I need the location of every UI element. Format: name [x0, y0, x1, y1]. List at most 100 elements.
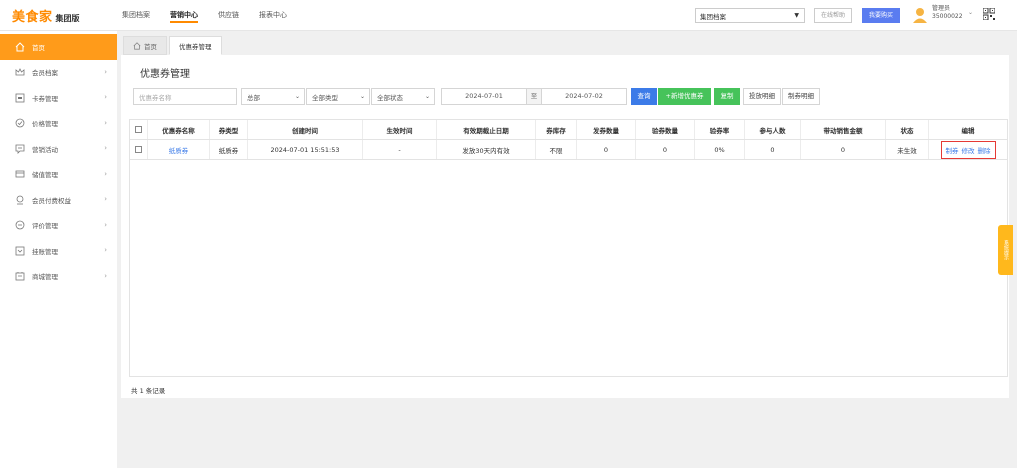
sidebar-item-label: 价格管理 [32, 120, 58, 129]
sidebar-item-ledger[interactable]: 挂账管理 › [0, 238, 117, 264]
shop-icon [15, 272, 25, 281]
sidebar-item-label: 会员付费权益 [32, 196, 71, 205]
make-coupon-link[interactable]: 制券 [946, 145, 959, 155]
crown-icon [15, 68, 25, 76]
cell-type: 纸质券 [210, 140, 248, 159]
qr-code-icon[interactable] [983, 8, 995, 20]
status-select[interactable]: 全部状态 ⌄ [371, 88, 435, 105]
chevron-right-icon: › [104, 93, 107, 101]
app-logo[interactable]: 美食家 集团版 [12, 6, 80, 25]
date-separator: 至 [527, 88, 541, 105]
sidebar-item-coupon[interactable]: 卡券管理 › [0, 85, 117, 111]
tab-coupon-management[interactable]: 优惠券管理 [169, 36, 222, 55]
sidebar-item-price[interactable]: 价格管理 › [0, 111, 117, 137]
add-coupon-button[interactable]: +新增优惠券 [658, 88, 711, 105]
sidebar-item-member-benefits[interactable]: 会员付费权益 › [0, 187, 117, 213]
caret-down-icon: ▼ [794, 12, 799, 19]
filter-bar: 优惠券名称 总部 ⌄ 全部类型 ⌄ 全部状态 ⌄ 2024-07-01 至 20… [133, 88, 820, 105]
header-status[interactable]: 状态 [886, 120, 929, 139]
sidebar-item-reviews[interactable]: 评价管理 › [0, 213, 117, 239]
top-nav: 集团档案 营销中心 供应链 报表中心 [122, 10, 287, 23]
chevron-right-icon: › [104, 220, 107, 229]
status-select-value: 全部状态 [377, 94, 403, 102]
header-expiry[interactable]: 有效期截止日期 [437, 120, 536, 139]
sidebar-item-label: 评价管理 [32, 222, 58, 231]
sidebar-item-marketing[interactable]: 营销活动 › [0, 136, 117, 162]
make-detail-button[interactable]: 制券明细 [782, 88, 820, 105]
wallet-icon [15, 170, 25, 178]
cell-status: 未生效 [886, 140, 929, 159]
topnav-supply-chain[interactable]: 供应链 [218, 10, 239, 23]
chevron-down-icon[interactable]: ⌄ [968, 9, 973, 16]
chevron-right-icon: › [104, 195, 107, 203]
comment-icon [15, 220, 25, 230]
type-select-value: 全部类型 [312, 94, 338, 102]
sidebar-item-label: 首页 [32, 43, 45, 52]
cell-verified: 0 [636, 140, 695, 159]
help-button[interactable]: 在线帮助 [814, 8, 852, 23]
chevron-right-icon: › [104, 271, 107, 280]
cell-participants: 0 [745, 140, 801, 159]
user-info[interactable]: 管理员 35000022 [932, 5, 963, 21]
topnav-group-archive[interactable]: 集团档案 [122, 10, 150, 23]
sidebar-item-label: 商城管理 [32, 273, 58, 282]
header-name[interactable]: 优惠券名称 [148, 120, 210, 139]
sidebar-item-label: 挂账管理 [32, 247, 58, 256]
header-rate[interactable]: 验券率 [695, 120, 745, 139]
chevron-right-icon: › [104, 144, 107, 152]
chevron-right-icon: › [104, 118, 107, 127]
header-issued[interactable]: 发券数量 [577, 120, 636, 139]
cell-sales: 0 [801, 140, 886, 159]
cell-rate: 0% [695, 140, 745, 159]
header-type[interactable]: 券类型 [210, 120, 248, 139]
coupon-name-input[interactable]: 优惠券名称 [133, 88, 237, 105]
tab-label: 优惠券管理 [179, 42, 212, 51]
tab-home[interactable]: 首页 [123, 36, 167, 55]
type-select[interactable]: 全部类型 ⌄ [306, 88, 370, 105]
header-participants[interactable]: 参与人数 [745, 120, 801, 139]
system-tip-tab[interactable]: 系统提示 [998, 225, 1013, 275]
delete-link[interactable]: 删除 [978, 145, 991, 155]
topnav-reports[interactable]: 报表中心 [259, 10, 287, 23]
vip-icon [16, 195, 24, 205]
coupon-table: 优惠券名称 券类型 创建时间 生效时间 有效期截止日期 券库存 发券数量 验券数… [129, 119, 1008, 377]
sidebar-item-stored-value[interactable]: 储值管理 › [0, 162, 117, 188]
sidebar: 首页 会员档案 › 卡券管理 › 价格管理 › 营销活动 › 储值管理 › 会员… [0, 34, 117, 468]
scope-select[interactable]: 总部 ⌄ [241, 88, 305, 105]
header-created[interactable]: 创建时间 [248, 120, 363, 139]
select-all-checkbox[interactable] [135, 126, 142, 133]
sidebar-item-mall[interactable]: 商城管理 › [0, 264, 117, 290]
end-date-input[interactable]: 2024-07-02 [541, 88, 627, 105]
cell-name: 纸质券 [148, 140, 210, 159]
chevron-right-icon: › [104, 246, 107, 254]
query-button[interactable]: 查询 [631, 88, 657, 105]
org-select[interactable]: 集团档案 ▼ [695, 8, 805, 23]
home-icon [15, 42, 25, 52]
header-verified[interactable]: 验券数量 [636, 120, 695, 139]
cell-created: 2024-07-01 15:51:53 [248, 140, 363, 159]
copy-button[interactable]: 复制 [714, 88, 740, 105]
issue-detail-button[interactable]: 投放明细 [743, 88, 781, 105]
sidebar-item-home[interactable]: 首页 [0, 34, 117, 60]
edit-actions: 制券 修改 删除 [940, 140, 996, 159]
ledger-icon [15, 246, 25, 256]
price-icon [15, 118, 25, 128]
buy-button[interactable]: 我要购买 [862, 8, 900, 23]
start-date-input[interactable]: 2024-07-01 [441, 88, 527, 105]
topnav-marketing[interactable]: 营销中心 [170, 10, 198, 23]
row-checkbox[interactable] [135, 146, 142, 153]
user-role: 管理员 [932, 5, 951, 12]
scope-select-value: 总部 [247, 94, 260, 102]
sidebar-item-member-archive[interactable]: 会员档案 › [0, 60, 117, 86]
chat-icon [15, 144, 25, 154]
header-effective[interactable]: 生效时间 [363, 120, 437, 139]
edit-link[interactable]: 修改 [962, 145, 975, 155]
chevron-right-icon: › [104, 169, 107, 178]
chevron-down-icon: ⌄ [424, 93, 430, 100]
header-sales[interactable]: 带动销售金额 [801, 120, 886, 139]
coupon-name-link[interactable]: 纸质券 [169, 145, 189, 155]
header-stock[interactable]: 券库存 [536, 120, 577, 139]
page-title: 优惠券管理 [140, 69, 190, 80]
cell-expiry: 发放30天内有效 [437, 140, 536, 159]
user-avatar-icon[interactable] [913, 7, 927, 23]
